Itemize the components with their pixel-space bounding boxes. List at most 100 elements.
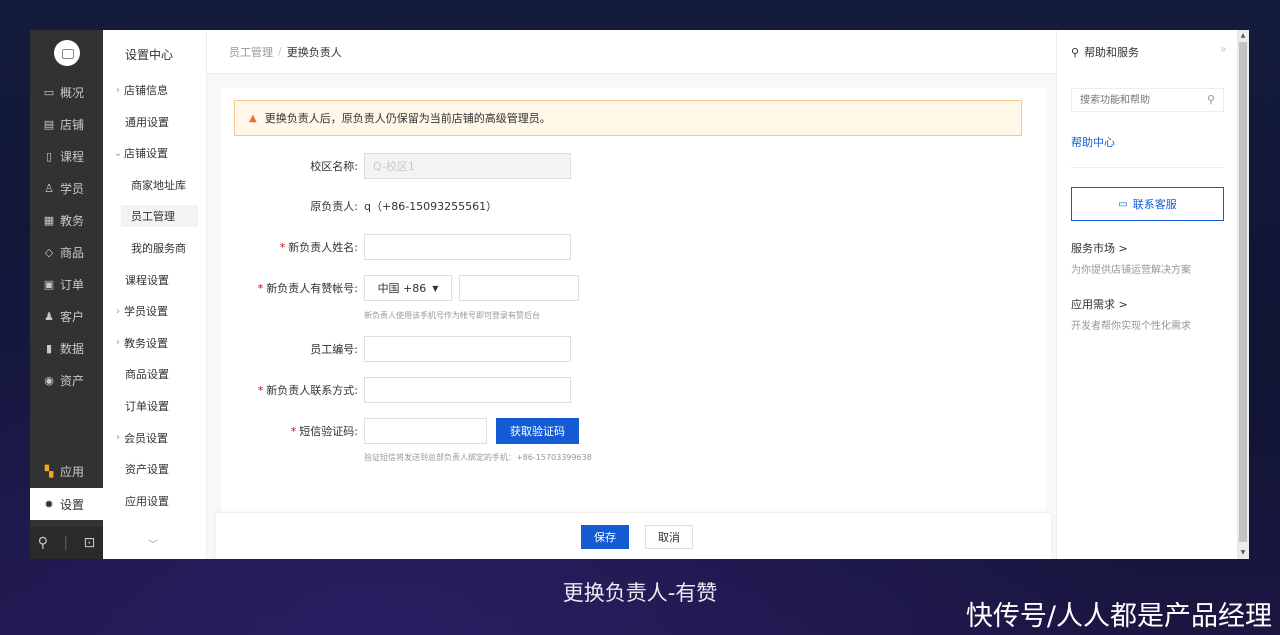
gear-icon: ✹ [44,497,54,511]
sidebar-item-8[interactable]: › 教务设置 [103,332,207,354]
sidebar-item-1[interactable]: 通用设置 [103,111,207,133]
nav-item-label: 资产 [60,373,85,388]
employee-no-row: 员工编号: [221,336,1046,364]
help-panel-header: ⚲ 帮助和服务 [1071,45,1140,60]
help-panel: ⚲ 帮助和服务 » ⚲ 帮助中心 ▭ 联系客服 服务市场 > 为你提供店铺运营解… [1056,30,1237,559]
breadcrumb-link-staff[interactable]: 员工管理 [229,44,273,60]
sidebar-item-13[interactable]: 应用设置 [103,490,207,512]
contact-row: * 新负责人联系方式: [221,377,1046,405]
notice-banner: ▲ 更换负责人后，原负责人仍保留为当前店铺的高级管理员。 [234,100,1022,136]
cancel-button[interactable]: 取消 [645,525,693,549]
page-scrollbar[interactable]: ▲ ▼ [1237,30,1249,559]
sidebar-item-3[interactable]: 商家地址库 [103,174,207,196]
sidebar-item-label: 订单设置 [125,400,169,413]
contact-input[interactable] [364,377,571,403]
get-code-button[interactable]: 获取验证码 [496,418,579,444]
nav-item-9[interactable]: ◉ 资产 [30,364,103,396]
sidebar-item-12[interactable]: 资产设置 [103,458,207,480]
app-demand-link[interactable]: 应用需求 > [1071,296,1128,312]
nav-item-4[interactable]: ▦ 教务 [30,204,103,236]
sidebar-item-11[interactable]: › 会员设置 [103,427,207,449]
nav-item-apps[interactable]: ▚ 应用 [30,455,103,487]
watermark: 快传号/人人都是产品经理 [965,601,1272,632]
course-icon: ▯ [45,149,53,163]
phone-input[interactable] [459,275,579,301]
nav-item-8[interactable]: ▮ 数据 [30,332,103,364]
form-card: ▲ 更换负责人后，原负责人仍保留为当前店铺的高级管理员。 校区名称: 原负责人:… [221,88,1046,512]
chevron-down-icon: ⌄ [113,147,123,159]
scroll-down-icon[interactable]: ▼ [1237,547,1249,559]
account-help-text: 新负责人使用该手机号作为帐号即可登录有赞后台 [364,311,540,320]
sidebar-item-6[interactable]: 课程设置 [103,269,207,291]
search-icon[interactable]: ⚲ [1207,93,1215,106]
breadcrumb-separator: / [278,45,282,58]
employee-no-label: 员工编号: [310,343,358,356]
sidebar-item-label: 教务设置 [124,336,168,350]
country-code-select[interactable]: 中国 +86 ▼ [364,275,452,301]
primary-nav: ▭ 概况 ▤ 店铺 ▯ 课程 ♙ 学员 ▦ 教务 ◇ 商品 ▣ 订单 ♟ 客户 ▮ 数据 ◉ 资产 ▚ 应用 ✹ 设置… [30,30,103,559]
nav-item-label: 学员 [60,181,85,196]
scroll-up-icon[interactable]: ▲ [1237,30,1249,42]
app-window: ▭ 概况 ▤ 店铺 ▯ 课程 ♙ 学员 ▦ 教务 ◇ 商品 ▣ 订单 ♟ 客户 ▮ 数据 ◉ 资产 ▚ 应用 ✹ 设置… [30,30,1249,559]
contact-support-button[interactable]: ▭ 联系客服 [1071,187,1224,221]
sidebar-item-10[interactable]: 订单设置 [103,395,207,417]
sidebar-title: 设置中心 [125,48,174,62]
sidebar-item-0[interactable]: › 店铺信息 [103,79,207,101]
collapse-icon[interactable]: » [1220,42,1227,56]
nav-item-label: 数据 [60,341,85,356]
help-search-input[interactable] [1071,88,1224,112]
nav-item-3[interactable]: ♙ 学员 [30,172,103,204]
scrollbar-thumb[interactable] [1239,42,1247,542]
sidebar-item-4[interactable]: 员工管理 [121,205,198,228]
notice-text: 更换负责人后，原负责人仍保留为当前店铺的高级管理员。 [264,112,551,125]
sidebar-item-label: 店铺信息 [124,84,168,97]
order-icon: ▣ [43,277,55,291]
store-icon: ▤ [43,117,55,131]
search-icon[interactable]: ⚲ [38,535,48,551]
campus-row: 校区名称: [221,153,1046,181]
sidebar-item-9[interactable]: 商品设置 [103,363,207,385]
new-name-input[interactable] [364,234,571,260]
sidebar-item-label: 通用设置 [125,115,169,129]
sidebar-item-label: 资产设置 [125,463,169,477]
apps-icon: ▚ [44,464,54,478]
chevron-right-icon: › [116,305,120,317]
new-account-row: * 新负责人有赞帐号: 中国 +86 ▼ [221,275,1046,303]
sidebar-item-7[interactable]: › 学员设置 [103,300,207,322]
chevron-down-icon[interactable]: ﹀ [148,536,158,551]
chat-icon: ▭ [1118,198,1128,210]
nav-item-1[interactable]: ▤ 店铺 [30,108,103,140]
sidebar-item-label: 商家地址库 [131,178,186,192]
original-owner-row: 原负责人: q（+86-15093255561） [221,193,1046,221]
help-center-link[interactable]: 帮助中心 [1071,134,1115,150]
nav-item-2[interactable]: ▯ 课程 [30,140,103,172]
sidebar-item-label: 应用设置 [125,494,169,508]
sidebar-item-2[interactable]: ⌄ 店铺设置 [103,142,207,164]
message-icon[interactable]: ⊡ [84,535,96,551]
nav-item-label: 概况 [60,85,85,100]
app-demand-desc: 开发者帮你实现个性化需求 [1071,321,1191,332]
chevron-right-icon: › [116,432,120,444]
nav-item-settings[interactable]: ✹ 设置 [30,488,103,520]
sms-code-input[interactable] [364,418,487,444]
new-account-label: * 新负责人有赞帐号: [257,282,358,295]
nav-item-6[interactable]: ▣ 订单 [30,268,103,300]
shop-logo-icon[interactable] [54,40,80,66]
nav-item-7[interactable]: ♟ 客户 [30,300,103,332]
nav-item-0[interactable]: ▭ 概况 [30,76,103,108]
original-owner-value: q（+86-15093255561） [364,200,498,213]
sidebar-item-label: 员工管理 [131,210,175,224]
service-market-link[interactable]: 服务市场 > [1071,240,1128,256]
campus-label: 校区名称: [310,160,358,173]
sms-help-text: 验证短信将发送到总部负责人绑定的手机：+86-15703399638 [364,453,592,462]
sidebar-item-label: 店铺设置 [124,147,168,161]
employee-no-input[interactable] [364,336,571,362]
contact-label: * 新负责人联系方式: [257,384,358,397]
nav-item-5[interactable]: ◇ 商品 [30,236,103,268]
sidebar-item-5[interactable]: 我的服务商 [103,237,207,259]
new-name-row: * 新负责人姓名: [221,234,1046,262]
location-pin-icon: ⚲ [1071,45,1080,59]
nav-bottom-bar: ⚲ | ⊡ [30,527,103,559]
settings-sidebar: 设置中心 › 店铺信息 通用设置 ⌄ 店铺设置 商家地址库 员工管理 我的服务商 课程设置 › 学员… [103,30,207,559]
save-button[interactable]: 保存 [581,525,629,549]
